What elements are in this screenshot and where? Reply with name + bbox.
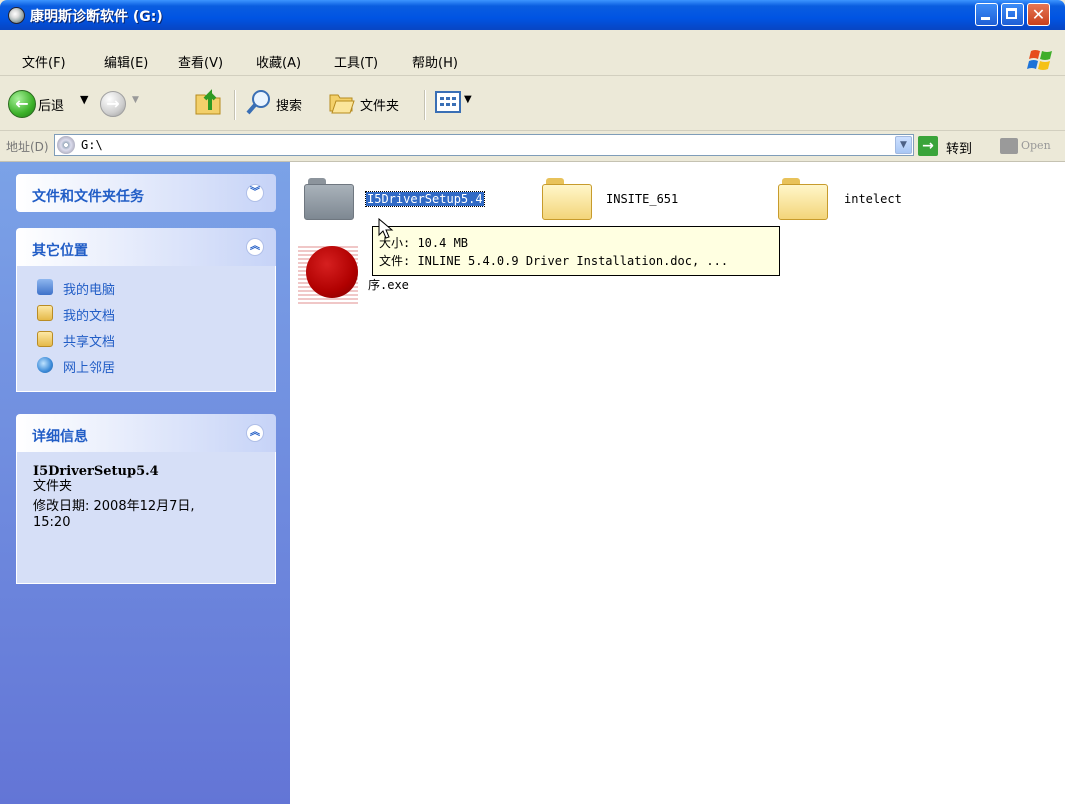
drive-disc-icon: [8, 7, 25, 24]
up-folder-icon[interactable]: [192, 84, 226, 118]
shared-folder-icon: [37, 331, 53, 347]
my-computer-icon: [37, 279, 53, 295]
explorer-window: 康明斯诊断软件 (G:) ✕ 文件(F) 编辑(E) 查看(V) 收藏(A) 工…: [0, 0, 1065, 804]
red-disc-icon: [306, 246, 358, 298]
folder-body-shape: [778, 184, 828, 220]
menu-tools[interactable]: 工具(T): [334, 52, 378, 71]
minimize-icon: [981, 17, 990, 20]
info-tooltip: 大小: 10.4 MB 文件: INLINE 5.4.0.9 Driver In…: [372, 226, 780, 276]
details-panel: 详细信息 ︽ I5DriverSetup5.4 文件夹 修改日期: 2008年1…: [16, 414, 276, 584]
details-modified-date: 修改日期: 2008年12月7日,: [33, 499, 195, 514]
back-label[interactable]: 后退: [38, 95, 64, 114]
address-label: 地址(D): [6, 140, 49, 154]
go-button[interactable]: 转到: [946, 138, 972, 157]
toolbar-separator-2: [424, 90, 426, 120]
task-pane: 文件和文件夹任务 ︾ 其它位置 ︽ 我的电脑 我的文档 共享文档 网上邻居 详细…: [0, 162, 290, 804]
folder-icon[interactable]: [778, 178, 828, 220]
place-label: 网上邻居: [63, 361, 116, 376]
views-dropdown-arrow-icon[interactable]: ▼: [464, 94, 472, 105]
address-value: G:\: [81, 138, 103, 152]
back-button[interactable]: ←: [8, 90, 36, 118]
folder-icon[interactable]: [304, 178, 354, 220]
other-places-header[interactable]: 其它位置 ︽: [16, 228, 276, 266]
other-places-title: 其它位置: [32, 243, 88, 259]
tooltip-files: 文件: INLINE 5.4.0.9 Driver Installation.d…: [379, 254, 729, 268]
place-my-documents[interactable]: 我的文档: [17, 300, 275, 326]
place-label: 我的文档: [63, 309, 116, 324]
address-bar: 地址(D) G:\ ▼ → 转到 Open: [0, 131, 1065, 162]
expand-chevron-icon[interactable]: ︾: [246, 184, 264, 202]
address-dropdown-icon[interactable]: ▼: [895, 136, 912, 154]
my-documents-icon: [37, 305, 53, 321]
other-places-panel: 其它位置 ︽ 我的电脑 我的文档 共享文档 网上邻居: [16, 228, 276, 392]
folder-body-shape: [542, 184, 592, 220]
standard-toolbar: ← 后退 ▼ → ▼ 搜索 文件夹 ▼: [0, 76, 1065, 131]
folder-icon[interactable]: [542, 178, 592, 220]
address-input[interactable]: G:\ ▼: [54, 134, 914, 156]
menu-favorites[interactable]: 收藏(A): [256, 52, 301, 71]
folder-label-intelect[interactable]: intelect: [844, 192, 902, 206]
details-modified-time: 15:20: [33, 515, 71, 530]
file-tasks-header[interactable]: 文件和文件夹任务 ︾: [16, 174, 276, 212]
go-arrow-icon[interactable]: →: [918, 136, 938, 156]
folder-body-shape: [304, 184, 354, 220]
details-header[interactable]: 详细信息 ︽: [16, 414, 276, 452]
back-arrow-icon: ←: [15, 94, 29, 113]
maximize-button[interactable]: [1001, 3, 1024, 26]
file-list-area[interactable]: I5DriverSetup5.4 INSITE_651 intelect 序.e…: [290, 162, 1065, 804]
open-button[interactable]: Open: [1021, 139, 1051, 152]
forward-dropdown-arrow-icon[interactable]: ▼: [132, 95, 139, 105]
back-dropdown-arrow-icon[interactable]: ▼: [80, 93, 88, 106]
collapse-chevron-icon[interactable]: ︽: [246, 238, 264, 256]
windows-logo-icon: [1027, 50, 1052, 70]
folders-icon[interactable]: [328, 89, 356, 115]
menu-help[interactable]: 帮助(H): [412, 52, 458, 71]
title-bar[interactable]: 康明斯诊断软件 (G:) ✕: [0, 0, 1065, 30]
details-body: I5DriverSetup5.4 文件夹 修改日期: 2008年12月7日, 1…: [16, 452, 276, 584]
views-icon[interactable]: [434, 89, 462, 115]
folder-label-insite[interactable]: INSITE_651: [606, 192, 678, 206]
place-network[interactable]: 网上邻居: [17, 352, 275, 378]
file-tasks-panel: 文件和文件夹任务 ︾: [16, 174, 276, 212]
place-my-computer[interactable]: 我的电脑: [17, 274, 275, 300]
search-label[interactable]: 搜索: [276, 95, 302, 114]
menu-view[interactable]: 查看(V): [178, 52, 223, 71]
search-icon[interactable]: [245, 88, 273, 116]
place-label: 我的电脑: [63, 283, 116, 298]
open-icon[interactable]: [1000, 138, 1018, 154]
details-item-type: 文件夹: [33, 479, 73, 494]
toolbar-separator: [234, 90, 236, 120]
details-title: 详细信息: [32, 429, 88, 445]
menu-file[interactable]: 文件(F): [22, 52, 66, 71]
folder-label-i5driversetup[interactable]: I5DriverSetup5.4: [365, 191, 485, 207]
close-icon: ✕: [1031, 5, 1046, 24]
folders-label[interactable]: 文件夹: [360, 95, 399, 114]
place-shared-documents[interactable]: 共享文档: [17, 326, 275, 352]
menu-bar: 文件(F) 编辑(E) 查看(V) 收藏(A) 工具(T) 帮助(H): [0, 30, 1065, 76]
minimize-button[interactable]: [975, 3, 998, 26]
details-item-name: I5DriverSetup5.4: [33, 464, 159, 479]
other-places-body: 我的电脑 我的文档 共享文档 网上邻居: [16, 266, 276, 392]
exe-file-icon[interactable]: [298, 246, 358, 304]
forward-button[interactable]: →: [100, 91, 126, 117]
forward-arrow-icon: →: [106, 94, 120, 113]
collapse-chevron-icon[interactable]: ︽: [246, 424, 264, 442]
file-tasks-title: 文件和文件夹任务: [32, 189, 144, 205]
place-label: 共享文档: [63, 335, 116, 350]
maximize-icon: [1006, 8, 1017, 19]
close-button[interactable]: ✕: [1027, 3, 1050, 26]
exe-file-label[interactable]: 序.exe: [368, 276, 409, 293]
menu-edit[interactable]: 编辑(E): [104, 52, 148, 71]
drive-disc-icon: [57, 136, 75, 154]
network-globe-icon: [37, 357, 53, 373]
window-title: 康明斯诊断软件 (G:): [30, 9, 163, 25]
